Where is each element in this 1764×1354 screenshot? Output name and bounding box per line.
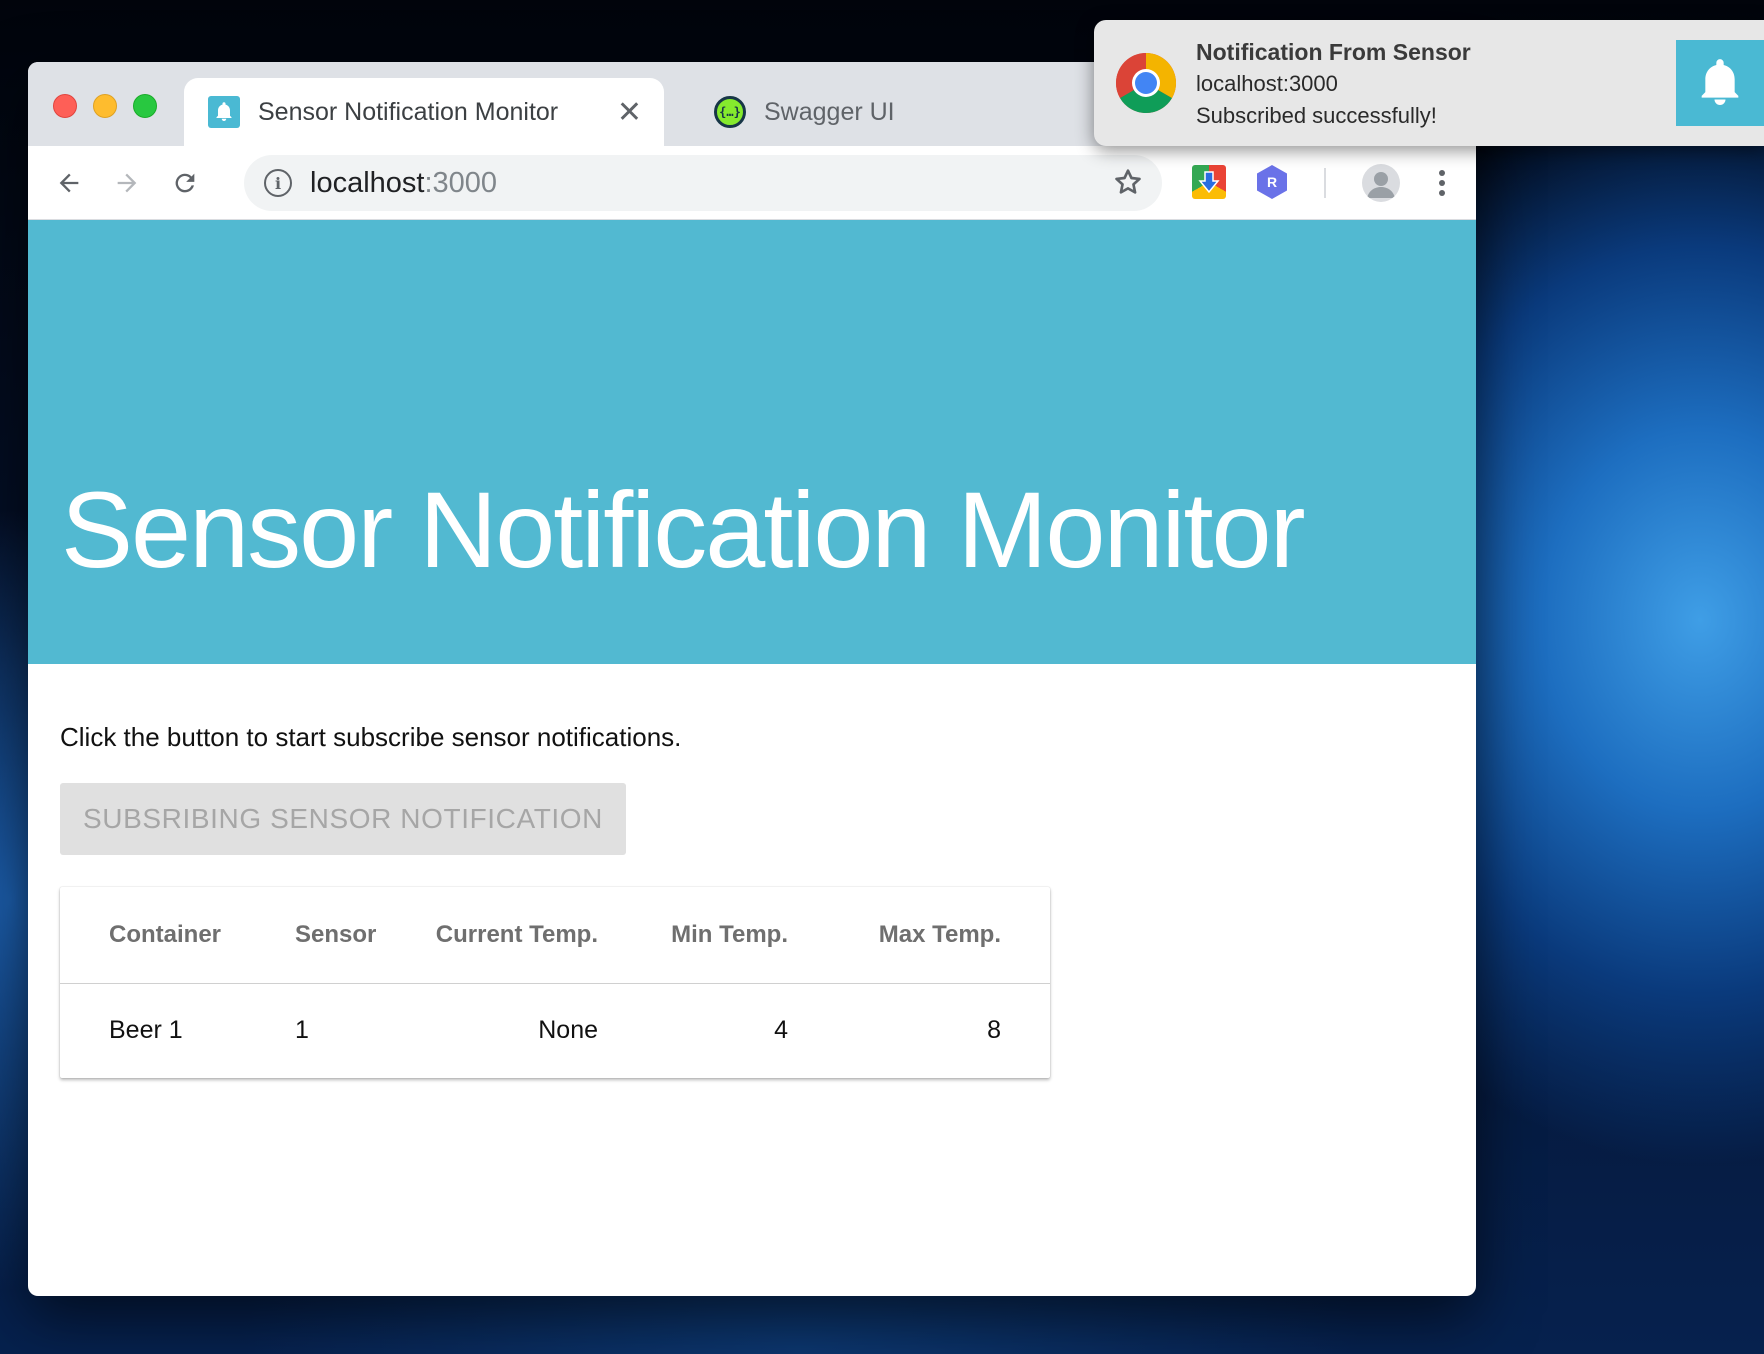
notification-message: Subscribed successfully! — [1196, 103, 1437, 128]
cell-sensor: 1 — [295, 1016, 309, 1045]
bell-icon — [1676, 40, 1764, 126]
minimize-window-button[interactable] — [93, 94, 117, 118]
hero-banner: Sensor Notification Monitor — [28, 220, 1476, 664]
back-arrow-icon[interactable] — [50, 164, 88, 202]
cell-max-temp: 8 — [987, 1016, 1001, 1045]
table-header-row: Container Sensor Current Temp. Min Temp.… — [60, 887, 1050, 984]
profile-avatar-icon[interactable] — [1362, 164, 1400, 202]
address-bar[interactable]: i localhost:3000 — [244, 155, 1162, 211]
r-extension-icon[interactable]: R — [1254, 163, 1290, 201]
intro-text: Click the button to start subscribe sens… — [60, 722, 682, 752]
main-content: Click the button to start subscribe sens… — [28, 664, 1476, 1078]
table-row: Beer 1 1 None 4 8 — [60, 983, 1050, 1078]
column-header-current-temp: Current Temp. — [415, 887, 598, 984]
browser-toolbar: i localhost:3000 R — [28, 146, 1476, 220]
forward-arrow-icon[interactable] — [108, 164, 146, 202]
notification-title: Notification From Sensor — [1196, 39, 1471, 65]
toolbar-divider — [1324, 168, 1326, 198]
tab-swagger-ui[interactable]: {…} Swagger UI — [686, 78, 1046, 146]
address-host: localhost — [310, 166, 425, 199]
cell-min-temp: 4 — [774, 1016, 788, 1045]
tab-title: Swagger UI — [764, 97, 895, 126]
sensor-table: Container Sensor Current Temp. Min Temp.… — [60, 887, 1050, 1078]
page-title: Sensor Notification Monitor — [61, 469, 1306, 590]
more-menu-icon[interactable] — [1432, 164, 1452, 202]
close-icon[interactable]: ✕ — [617, 98, 642, 128]
notification-text: Notification From Sensor localhost:3000 … — [1196, 36, 1471, 132]
reload-icon[interactable] — [166, 164, 204, 202]
subscribe-button[interactable]: SUBSRIBING SENSOR NOTIFICATION — [60, 783, 626, 855]
info-icon[interactable]: i — [264, 169, 292, 197]
column-header-sensor: Sensor — [295, 887, 415, 984]
tab-title: Sensor Notification Monitor — [258, 97, 559, 126]
swagger-icon: {…} — [714, 96, 746, 128]
desktop-notification[interactable]: Notification From Sensor localhost:3000 … — [1094, 20, 1764, 146]
column-header-min-temp: Min Temp. — [598, 887, 788, 984]
zoom-window-button[interactable] — [133, 94, 157, 118]
chrome-icon — [1115, 52, 1177, 114]
bookmark-star-icon[interactable] — [1112, 166, 1144, 203]
svg-text:R: R — [1267, 174, 1277, 190]
sensor-table-card: Container Sensor Current Temp. Min Temp.… — [60, 887, 1050, 1078]
browser-window: Sensor Notification Monitor ✕ {…} Swagge… — [28, 62, 1476, 1296]
close-window-button[interactable] — [53, 94, 77, 118]
cell-current-temp: None — [538, 1016, 598, 1045]
column-header-container: Container — [60, 887, 295, 984]
tab-sensor-notification-monitor[interactable]: Sensor Notification Monitor ✕ — [184, 78, 664, 146]
chrome-download-icon[interactable] — [1192, 165, 1226, 199]
column-header-max-temp: Max Temp. — [788, 887, 1050, 984]
cell-container: Beer 1 — [109, 1016, 183, 1045]
address-port: :3000 — [424, 166, 498, 199]
notification-origin: localhost:3000 — [1196, 71, 1338, 96]
bell-icon — [208, 96, 240, 128]
